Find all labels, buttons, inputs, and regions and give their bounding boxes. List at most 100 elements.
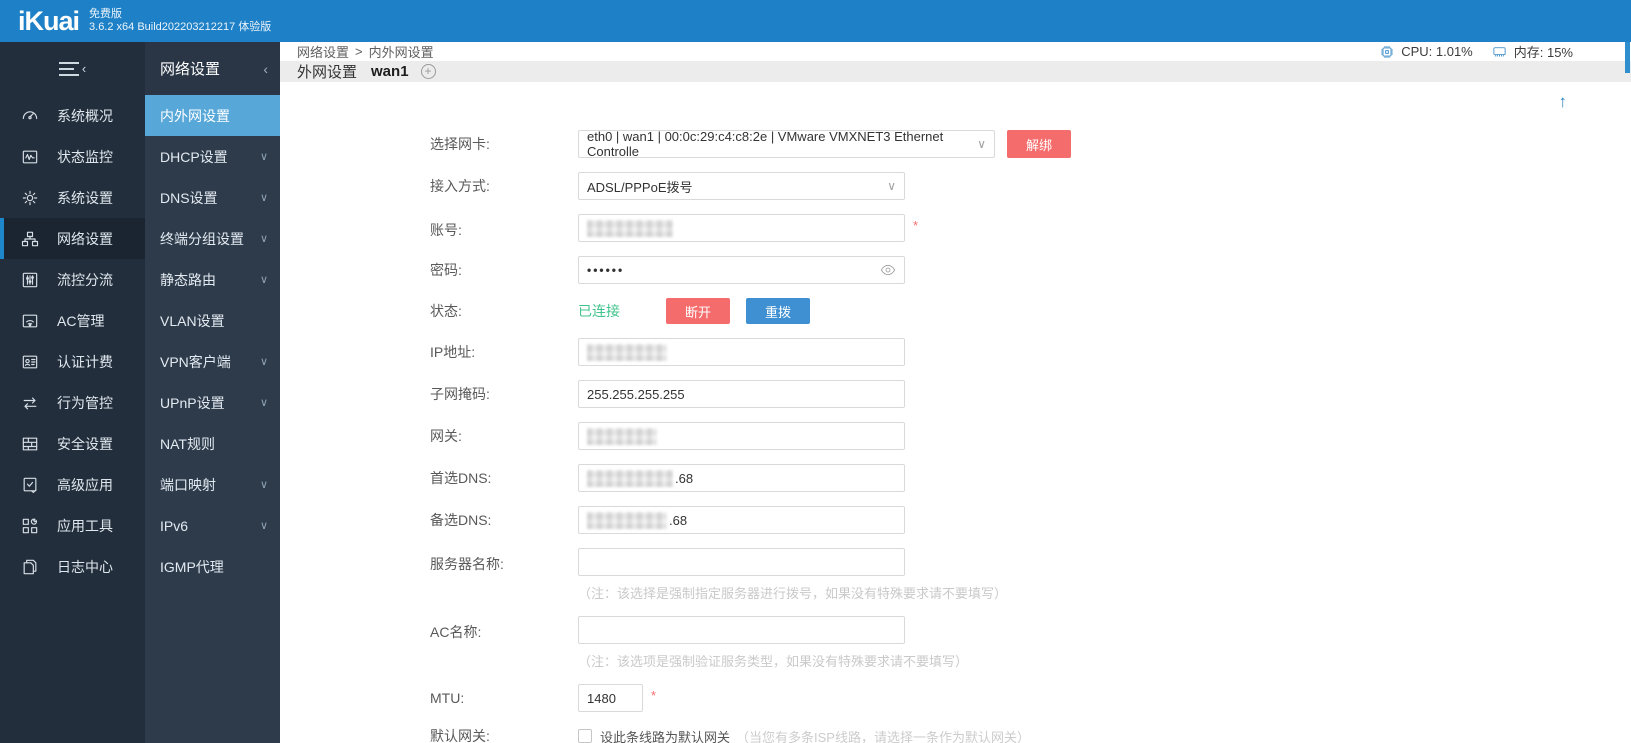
submenu-panel: 网络设置 ‹ 内外网设置 DHCP设置 ∨ DNS设置 ∨ 终端分组设置 ∨ 静态路由… xyxy=(145,42,280,743)
mask-input[interactable]: 255.255.255.255 xyxy=(578,380,905,408)
account-input[interactable] xyxy=(578,214,905,242)
tools-grid-icon xyxy=(22,518,38,533)
unbind-button[interactable]: 解绑 xyxy=(1007,130,1071,158)
mtu-input[interactable]: 1480 xyxy=(578,684,643,712)
memory-icon xyxy=(1493,47,1506,57)
ip-row: IP地址: xyxy=(430,338,1631,366)
nic-select-value: eth0 | wan1 | 00:0c:29:c4:c8:2e | VMware… xyxy=(587,129,944,159)
sidebar-item-auth-billing[interactable]: 认证计费 xyxy=(0,341,145,382)
collapse-menu-icon[interactable]: ‹ xyxy=(58,61,86,76)
ip-input[interactable] xyxy=(578,338,905,366)
server-name-row: 服务器名称: （注：该选择是强制指定服务器进行拨号，如果没有特殊要求请不要填写） xyxy=(430,548,1631,602)
tab-section-title: 外网设置 xyxy=(297,64,358,81)
nic-select[interactable]: eth0 | wan1 | 00:0c:29:c4:c8:2e | VMware… xyxy=(578,129,995,159)
sidebar-item-log-center[interactable]: 日志中心 xyxy=(0,546,145,587)
sidebar-item-advanced-apps[interactable]: 高级应用 xyxy=(0,464,145,505)
sidebar-item-ac-management[interactable]: AC管理 xyxy=(0,300,145,341)
required-asterisk: * xyxy=(913,218,919,233)
submenu-item-upnp[interactable]: UPnP设置 ∨ xyxy=(145,382,280,423)
submenu-item-dhcp[interactable]: DHCP设置 ∨ xyxy=(145,136,280,177)
sidebar-item-label: 系统概况 xyxy=(57,107,113,124)
network-icon xyxy=(21,231,39,246)
submenu-item-wan-lan[interactable]: 内外网设置 xyxy=(145,95,280,136)
sidebar-item-label: 应用工具 xyxy=(57,517,113,534)
sidebar-item-network-settings[interactable]: 网络设置 xyxy=(0,218,145,259)
submenu-item-igmp-proxy[interactable]: IGMP代理 xyxy=(145,546,280,587)
mask-label: 子网掩码: xyxy=(430,386,490,402)
chevron-down-icon: ∨ xyxy=(259,479,268,491)
submenu-item-dns[interactable]: DNS设置 ∨ xyxy=(145,177,280,218)
show-password-icon[interactable] xyxy=(880,264,896,276)
default-gateway-label: 默认网关: xyxy=(430,728,490,743)
gateway-input[interactable] xyxy=(578,422,905,450)
password-value: •••••• xyxy=(587,263,625,277)
ac-name-input[interactable] xyxy=(578,616,905,644)
sliders-icon xyxy=(22,272,38,287)
firewall-icon xyxy=(22,437,38,450)
sidebar-item-system-settings[interactable]: 系统设置 xyxy=(0,177,145,218)
sidebar-item-label: 行为管控 xyxy=(57,394,113,411)
submenu-item-label: VPN客户端 xyxy=(160,353,231,370)
sidebar-item-system-overview[interactable]: 系统概况 xyxy=(0,95,145,136)
redial-button[interactable]: 重拨 xyxy=(746,298,810,324)
sidebar-item-app-tools[interactable]: 应用工具 xyxy=(0,505,145,546)
access-mode-label: 接入方式: xyxy=(430,178,490,194)
sidebar-item-label: 认证计费 xyxy=(57,353,113,370)
password-input[interactable]: •••••• xyxy=(578,256,905,284)
access-mode-row: 接入方式: ADSL/PPPoE拨号 ∨ xyxy=(430,172,1631,200)
chevron-down-icon: ∨ xyxy=(259,233,268,245)
submenu-item-label: 内外网设置 xyxy=(160,107,230,124)
breadcrumb: 网络设置 > 内外网设置 xyxy=(297,42,434,61)
sidebar-item-label: 状态监控 xyxy=(57,148,113,165)
sidebar-item-flow-control[interactable]: 流控分流 xyxy=(0,259,145,300)
memory-indicator: 内存: 15% xyxy=(1491,42,1573,61)
submenu-item-ipv6[interactable]: IPv6 ∨ xyxy=(145,505,280,546)
gateway-row: 网关: xyxy=(430,422,1631,450)
connection-status-badge: 已连接 xyxy=(578,303,620,319)
submenu-title: 网络设置 xyxy=(160,61,221,78)
mask-row: 子网掩码: 255.255.255.255 xyxy=(430,380,1631,408)
sidebar-item-security-settings[interactable]: 安全设置 xyxy=(0,423,145,464)
dns1-suffix: .68 xyxy=(675,470,694,486)
sidebar-item-behavior-control[interactable]: 行为管控 xyxy=(0,382,145,423)
scroll-top-icon[interactable]: ↑ xyxy=(1559,92,1568,112)
submenu-header: 网络设置 ‹ xyxy=(145,42,280,95)
add-wan-icon[interactable]: + xyxy=(420,64,436,79)
dns1-row: 首选DNS: .68 xyxy=(430,464,1631,492)
submenu-item-static-route[interactable]: 静态路由 ∨ xyxy=(145,259,280,300)
redacted-dns2-value xyxy=(587,511,667,529)
access-mode-value: ADSL/PPPoE拨号 xyxy=(587,179,693,195)
default-gateway-row: 默认网关: 设此条线路为默认网关 （当您有多条ISP线路，请选择一条作为默认网关… xyxy=(430,726,1631,743)
submenu-item-label: IPv6 xyxy=(160,517,189,534)
breadcrumb-separator: > xyxy=(355,44,363,59)
nic-row: 选择网卡: eth0 | wan1 | 00:0c:29:c4:c8:2e | … xyxy=(430,129,1631,159)
sidebar-item-label: 流控分流 xyxy=(57,271,113,288)
tab-bar: 外网设置 wan1 + xyxy=(280,61,1631,82)
status-row: 状态: 已连接 断开 重拨 xyxy=(430,298,1631,324)
submenu-item-terminal-groups[interactable]: 终端分组设置 ∨ xyxy=(145,218,280,259)
submenu-item-vpn-client[interactable]: VPN客户端 ∨ xyxy=(145,341,280,382)
breadcrumb-parent[interactable]: 网络设置 xyxy=(297,42,349,61)
submenu-item-vlan[interactable]: VLAN设置 xyxy=(145,300,280,341)
submenu-item-port-mapping[interactable]: 端口映射 ∨ xyxy=(145,464,280,505)
collapse-submenu-icon[interactable]: ‹ xyxy=(263,61,268,77)
server-name-input[interactable] xyxy=(578,548,905,576)
edition-label: 免费版 xyxy=(89,8,123,20)
mtu-row: MTU: 1480 * xyxy=(430,684,1631,712)
dns1-input[interactable]: .68 xyxy=(578,464,905,492)
sidebar-item-status-monitor[interactable]: 状态监控 xyxy=(0,136,145,177)
swap-arrows-icon xyxy=(23,396,37,409)
submenu-item-nat-rules[interactable]: NAT规则 xyxy=(145,423,280,464)
default-gateway-checkbox[interactable] xyxy=(578,729,592,743)
main-content: 网络设置 > 内外网设置 CPU: 1.01% 内存: 15% ↑ 外网设置 w… xyxy=(280,42,1631,743)
redacted-ip-value xyxy=(587,343,667,361)
sidebar-item-label: 高级应用 xyxy=(57,476,113,493)
chevron-down-icon: ∨ xyxy=(259,151,268,163)
ip-label: IP地址: xyxy=(430,344,476,360)
scrollbar-thumb[interactable] xyxy=(1625,42,1630,73)
access-mode-select[interactable]: ADSL/PPPoE拨号 ∨ xyxy=(578,172,905,200)
disconnect-button[interactable]: 断开 xyxy=(666,298,730,324)
tab-wan1[interactable]: wan1 xyxy=(371,63,409,80)
dns2-input[interactable]: .68 xyxy=(578,506,905,534)
submenu-item-label: IGMP代理 xyxy=(160,558,224,575)
